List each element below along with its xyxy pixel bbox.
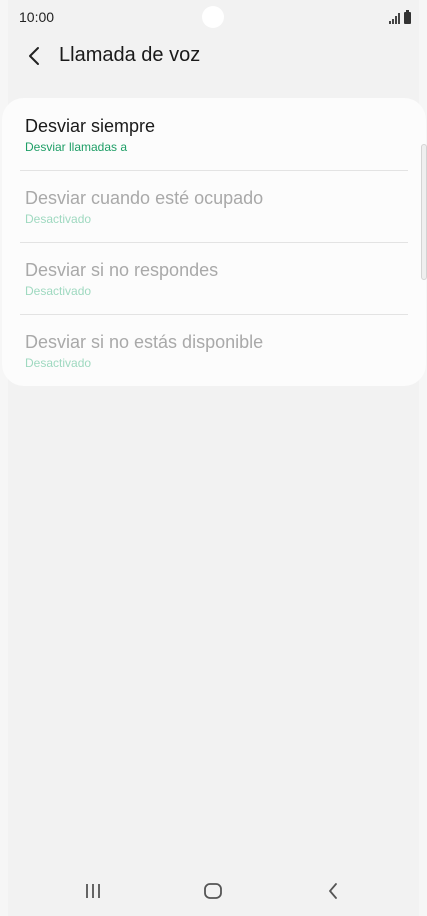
row-title: Desviar cuando esté ocupado <box>25 188 264 208</box>
row-title: Desviar siempre <box>25 116 156 136</box>
page-title: Llamada de voz <box>59 44 201 66</box>
home-icon <box>204 883 222 899</box>
status-icons <box>389 10 411 24</box>
forward-always-row[interactable]: Desviar siempre Desviar llamadas a <box>2 98 426 170</box>
call-forwarding-list: Desviar siempre Desviar llamadas a Desvi… <box>2 98 426 386</box>
status-bar: 10:00 <box>0 0 427 34</box>
camera-cutout <box>202 6 224 28</box>
forward-no-answer-row[interactable]: Desviar si no respondes Desactivado <box>2 242 426 314</box>
recent-apps-button[interactable] <box>73 876 113 906</box>
forward-when-busy-row[interactable]: Desviar cuando esté ocupado Desactivado <box>2 170 426 242</box>
status-time: 10:00 <box>19 9 55 25</box>
signal-icon <box>389 13 400 24</box>
back-button[interactable] <box>20 42 48 70</box>
recent-apps-icon <box>86 884 100 898</box>
battery-icon <box>404 10 411 24</box>
row-subtitle: Desactivado <box>25 356 92 370</box>
row-title: Desviar si no respondes <box>25 260 219 280</box>
chevron-left-icon <box>29 47 39 65</box>
home-button[interactable] <box>193 876 233 906</box>
row-subtitle: Desactivado <box>25 212 92 226</box>
row-subtitle: Desactivado <box>25 284 92 298</box>
row-title: Desviar si no estás disponible <box>25 332 264 352</box>
system-back-button[interactable] <box>313 876 353 906</box>
scrollbar-thumb[interactable] <box>421 144 427 280</box>
forward-unreachable-row[interactable]: Desviar si no estás disponible Desactiva… <box>2 314 426 386</box>
navigation-bar <box>0 866 427 916</box>
back-icon <box>329 883 337 899</box>
row-subtitle: Desviar llamadas a <box>25 140 128 154</box>
app-header: Llamada de voz <box>0 36 427 80</box>
